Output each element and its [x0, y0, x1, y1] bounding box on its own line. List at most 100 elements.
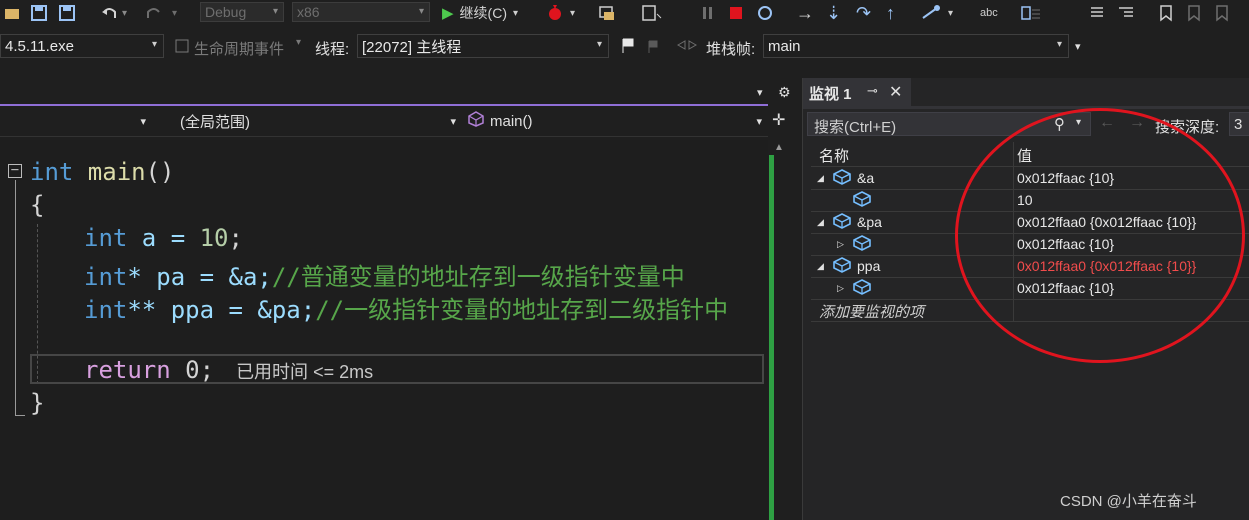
chevron-down-icon: ▾ [756, 115, 762, 128]
code-line-2: { [30, 191, 44, 219]
pause-icon[interactable] [700, 3, 716, 23]
code-editor[interactable]: − int main() { int a = 10; int* pa = &a;… [0, 140, 768, 520]
name-column-header[interactable]: 名称 [819, 145, 849, 166]
chevron-down-icon: ▾ [140, 115, 146, 128]
prev-bookmark-icon[interactable] [1186, 3, 1202, 23]
code-line-1: int main() [30, 158, 175, 186]
stackframe-select[interactable]: main ▾ [763, 34, 1069, 58]
variable-cube-icon [833, 256, 851, 276]
settings-gear-icon[interactable]: ⚙ [778, 84, 791, 101]
pin-icon[interactable]: ⊸ [867, 83, 878, 99]
step-over-icon[interactable]: ↷ [856, 3, 871, 23]
break-all-icon[interactable] [640, 3, 662, 23]
watch-row-name-cell: ◢ &a [811, 167, 1013, 189]
elapsed-time-hint[interactable]: 已用时间 <= 2ms [236, 362, 373, 382]
process-select[interactable]: 4.5.11.exe ▾ [0, 34, 164, 58]
value-column-header[interactable]: 值 [1017, 145, 1032, 166]
platform-value: x86 [297, 4, 320, 20]
navigation-bar: ▾ (全局范围) ▾ main() ▾ [0, 106, 768, 137]
thread-select[interactable]: [22072] 主线程 ▾ [357, 34, 609, 58]
restart-icon[interactable] [756, 3, 774, 23]
save-all-icon[interactable] [58, 3, 76, 23]
hot-reload-icon[interactable] [546, 3, 564, 23]
watch-row[interactable]: ◢ &pa 0x012ffaa0 {0x012ffaac {10}} [811, 211, 1249, 234]
watch-add-row[interactable]: 添加要监视的项 [811, 299, 1249, 322]
code-line-7: return 0; 已用时间 <= 2ms [84, 356, 373, 384]
watch-row[interactable]: ▷ 0x012ffaac {10} [811, 277, 1249, 300]
filter-threads-icon[interactable] [676, 38, 698, 57]
expand-arrow-icon[interactable]: ▷ [837, 283, 849, 294]
format-icon[interactable] [1088, 3, 1106, 23]
collapse-arrow-icon[interactable]: ◢ [817, 261, 829, 272]
code-comment: //普通变量的地址存到一级指针变量中 [271, 263, 685, 291]
search-depth-select[interactable]: 3 [1229, 112, 1249, 136]
hex-display-icon[interactable] [920, 3, 942, 23]
indent-icon[interactable] [1116, 3, 1136, 23]
show-next-statement-icon[interactable]: → [796, 3, 814, 23]
solution-config-select[interactable]: Debug ▾ [200, 2, 284, 22]
close-icon[interactable]: ✕ [889, 82, 902, 102]
project-select[interactable]: ▾ [0, 109, 152, 133]
chevron-down-icon[interactable]: ▾ [296, 37, 301, 48]
watch-row[interactable]: ▷ 0x012ffaac {10} [811, 233, 1249, 256]
redo-dropdown-icon[interactable]: ▾ [172, 3, 177, 23]
watch-row-value[interactable]: 10 [1017, 189, 1033, 211]
collapse-arrow-icon[interactable]: ◢ [817, 217, 829, 228]
outline-guide-end [15, 415, 25, 416]
code-text: 0; [170, 356, 215, 384]
thread-flags-icon[interactable] [646, 37, 664, 60]
redo-icon[interactable] [145, 3, 163, 23]
thread-dropdown-icon[interactable]: ▾ [948, 3, 953, 23]
stop-icon[interactable] [728, 3, 744, 23]
watch-row-value[interactable]: 0x012ffaac {10} [1017, 167, 1114, 189]
scope-select[interactable]: (全局范围) ▾ [180, 109, 460, 133]
spellcheck-icon[interactable]: abc [980, 3, 998, 23]
search-placeholder: 搜索(Ctrl+E) [814, 119, 897, 136]
flag-icon[interactable] [620, 37, 636, 60]
watch-row-value[interactable]: 0x012ffaac {10} [1017, 233, 1114, 255]
step-into-icon[interactable]: ⇣ [826, 3, 841, 23]
comment-out-icon[interactable] [1020, 3, 1042, 23]
continue-button[interactable]: ▶ 继续(C) ▾ [442, 3, 518, 23]
search-depth-value: 3 [1234, 116, 1243, 133]
lifecycle-events-button[interactable]: 生命周期事件 [194, 38, 284, 59]
watch-row-value[interactable]: 0x012ffaa0 {0x012ffaac {10}} [1017, 255, 1196, 277]
expand-arrow-icon[interactable]: ▷ [837, 239, 849, 250]
code-text: ; [228, 224, 243, 252]
watch-search-input[interactable]: 搜索(Ctrl+E) ⚲ ▾ [807, 112, 1091, 136]
search-previous-icon[interactable]: ← [1099, 114, 1115, 132]
step-out-icon[interactable]: ↑ [886, 3, 895, 23]
split-editor-icon[interactable]: ✛ [772, 110, 785, 130]
open-folder-icon[interactable] [4, 3, 20, 23]
function-select[interactable]: main() ▾ [468, 109, 768, 133]
save-icon[interactable] [30, 3, 48, 23]
watch-row-value[interactable]: 0x012ffaac {10} [1017, 277, 1114, 299]
bookmark-icon[interactable] [1158, 3, 1174, 23]
debug-location-toolbar: 4.5.11.exe ▾ 生命周期事件 ▾ 线程: [22072] 主线程 ▾ … [0, 28, 1249, 68]
watch-row[interactable]: ◢ ppa 0x012ffaa0 {0x012ffaac {10}} [811, 255, 1249, 278]
variable-cube-icon [833, 212, 851, 232]
hot-reload-dropdown-icon[interactable]: ▾ [570, 3, 575, 23]
thread-label: 线程: [315, 41, 350, 58]
undo-icon[interactable] [100, 3, 118, 23]
chevron-down-icon[interactable]: ▾ [1076, 117, 1081, 128]
watch-row[interactable]: ◢ &a 0x012ffaac {10} [811, 167, 1249, 190]
window-options-icon[interactable]: ▾ [757, 86, 763, 99]
code-text: { [30, 191, 45, 219]
play-icon: ▶ [442, 5, 454, 22]
watch-row[interactable]: 10 [811, 189, 1249, 212]
toolbar-overflow-icon[interactable]: ▾ [1075, 40, 1081, 53]
scroll-up-icon[interactable]: ▲ [774, 142, 784, 153]
watch-row-value[interactable]: 0x012ffaa0 {0x012ffaac {10}} [1017, 211, 1196, 233]
next-bookmark-icon[interactable] [1214, 3, 1230, 23]
undo-dropdown-icon[interactable]: ▾ [122, 3, 127, 23]
collapse-arrow-icon[interactable]: ◢ [817, 173, 829, 184]
search-next-icon[interactable]: → [1129, 114, 1145, 132]
diagnostics-icon[interactable] [598, 3, 616, 23]
watch-tab[interactable]: 监视 1 ⊸ ✕ [803, 78, 911, 106]
chevron-down-icon: ▾ [1056, 39, 1062, 50]
collapse-toggle-icon[interactable]: − [8, 163, 22, 178]
main-toolbar: ▾ ▾ Debug ▾ x86 ▾ ▶ 继续(C) ▾ ▾ → ⇣ ↷ ↑ ▾ … [0, 0, 1249, 28]
platform-select[interactable]: x86 ▾ [292, 2, 430, 22]
search-icon[interactable]: ⚲ [1054, 115, 1065, 133]
